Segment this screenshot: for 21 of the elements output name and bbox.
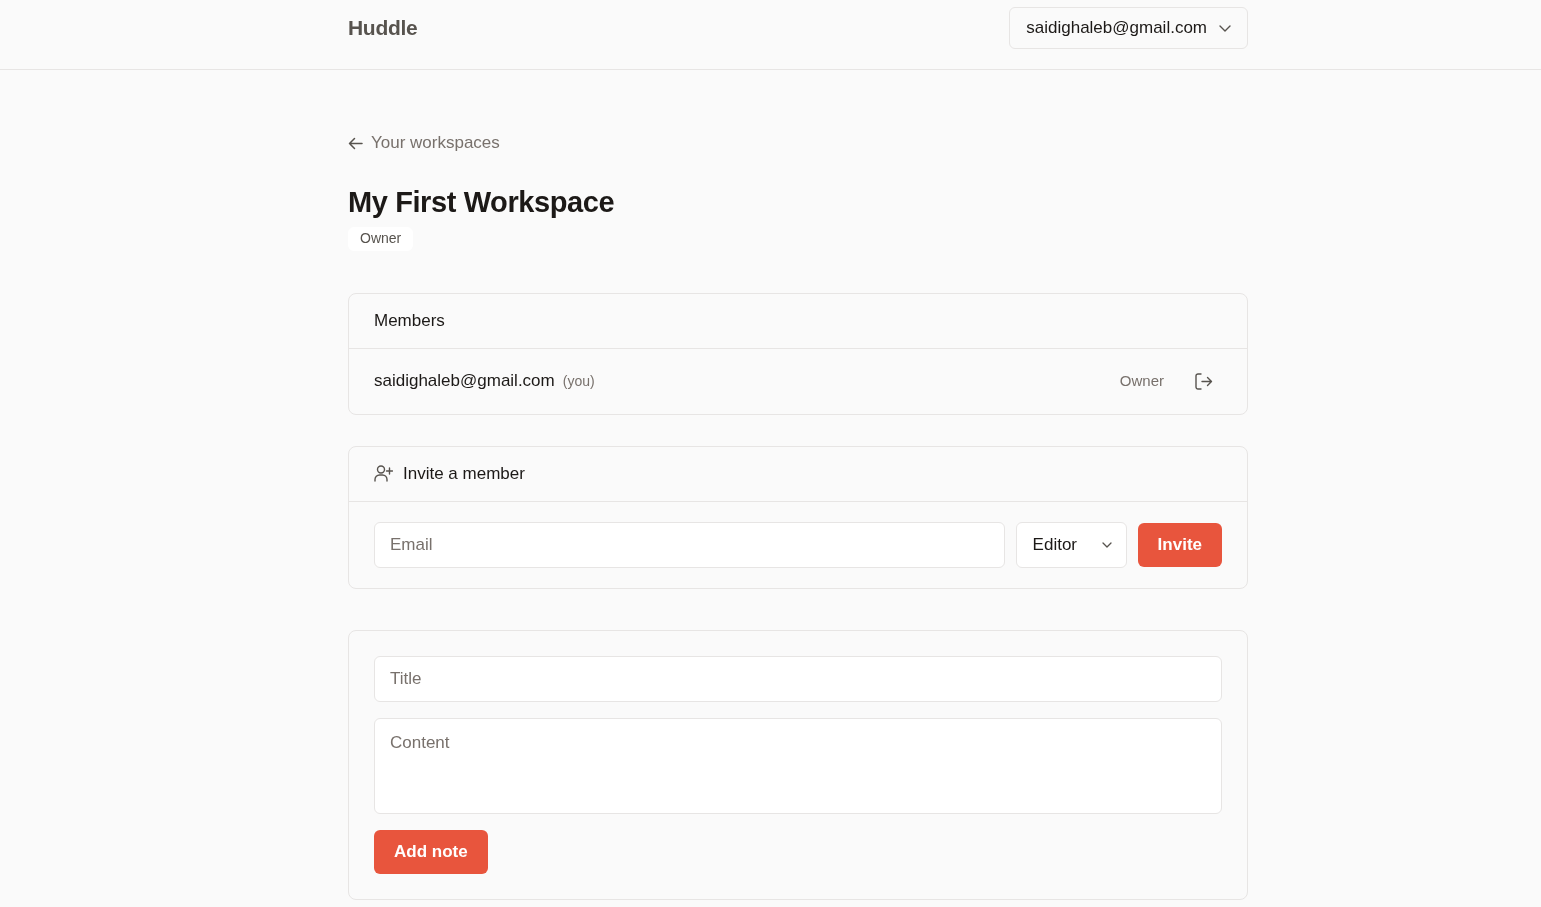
member-role: Owner (1119, 370, 1164, 391)
you-label: (you) (562, 372, 595, 392)
brand-name: Huddle (348, 15, 418, 42)
account-menu[interactable]: saidighaleb@gmail.com (1009, 7, 1248, 49)
add-note-button[interactable]: Add note (374, 829, 488, 874)
card-title: Members (374, 309, 445, 332)
logout-icon[interactable] (1195, 372, 1213, 390)
invite-button[interactable]: Invite (1137, 522, 1222, 567)
user-plus-icon (374, 465, 393, 482)
arrow-left-icon (348, 136, 363, 150)
chevron-down-icon (1219, 24, 1231, 32)
card-title: Invite a member (403, 462, 525, 485)
back-link[interactable]: Your workspaces (348, 131, 500, 155)
content-field[interactable]: Content (374, 717, 1222, 814)
workspace-title: My First Workspace (348, 184, 616, 220)
title-field[interactable]: Title (374, 655, 1222, 702)
chevron-down-icon (1101, 541, 1112, 548)
role-badge: Owner (348, 226, 414, 251)
role-select[interactable]: Editor (1015, 521, 1127, 568)
member-email: saidighaleb@gmail.com (374, 370, 555, 393)
email-field[interactable]: Email (374, 521, 1005, 568)
